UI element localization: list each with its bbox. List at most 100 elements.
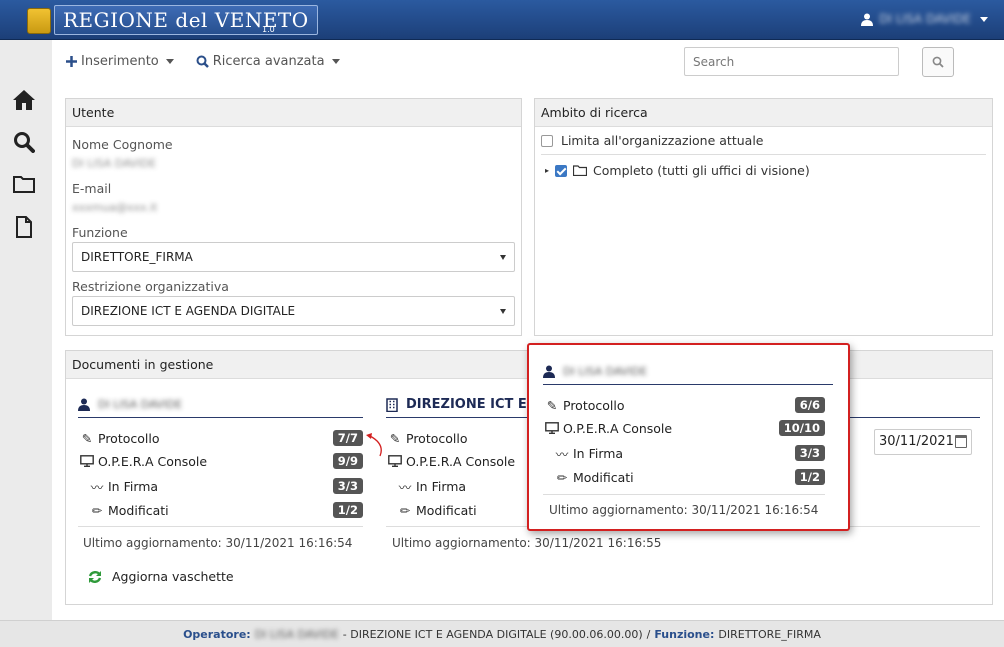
- group-user-name: DI LISA DAVIDE: [98, 398, 183, 411]
- signature-icon: 〰: [555, 446, 569, 462]
- count-badge: 3/3: [794, 445, 825, 461]
- expand-arrow-icon[interactable]: ▸: [545, 166, 549, 175]
- count-badge: 3/3: [332, 478, 363, 494]
- search-button[interactable]: [922, 47, 954, 77]
- curved-arrow-icon: [366, 433, 382, 457]
- row-label: O.P.E.R.A Console: [563, 420, 673, 436]
- ambito-panel: Ambito di ricerca Limita all'organizzazi…: [534, 98, 993, 336]
- user-icon: [78, 398, 90, 411]
- divider: [541, 154, 986, 155]
- advanced-search-menu-button[interactable]: Ricerca avanzata: [196, 54, 340, 69]
- user-menu[interactable]: DI LISA DAVIDE: [861, 12, 988, 26]
- modificati-row[interactable]: ✏ Modificati 1/2: [543, 468, 825, 486]
- plus-icon: [66, 56, 77, 67]
- advanced-search-label: Ricerca avanzata: [212, 54, 325, 69]
- building-icon: [386, 397, 398, 412]
- row-label: Protocollo: [98, 430, 160, 446]
- pencil-icon: ✏: [556, 469, 568, 485]
- modificati-row[interactable]: ✏ Modificati 1/2: [78, 501, 363, 519]
- refresh-button[interactable]: Aggiorna vaschette: [88, 569, 234, 584]
- app-version: 1.0: [262, 25, 275, 34]
- divider: [78, 526, 363, 527]
- folder-icon[interactable]: [12, 172, 36, 196]
- restrizione-select[interactable]: DIREZIONE ICT E AGENDA DIGITALE: [72, 296, 515, 326]
- pencil-icon: ✏: [399, 502, 411, 518]
- refresh-icon: [88, 570, 102, 583]
- group-title: DI LISA DAVIDE: [78, 392, 363, 418]
- row-label: In Firma: [108, 478, 159, 494]
- search-icon[interactable]: [12, 130, 36, 154]
- edit-icon: ✎: [81, 430, 93, 446]
- row-label: In Firma: [573, 445, 624, 461]
- protocollo-row[interactable]: ✎ Protocollo 6/6: [543, 396, 825, 414]
- chevron-down-icon: [980, 16, 988, 22]
- in-firma-row[interactable]: 〰 In Firma 3/3: [78, 477, 363, 495]
- ambito-panel-title: Ambito di ricerca: [535, 99, 992, 127]
- divider: [543, 494, 825, 495]
- search-icon: [932, 56, 944, 68]
- popup-title: DI LISA DAVIDE: [543, 359, 833, 385]
- funzione-value: DIRETTORE_FIRMA: [718, 627, 821, 641]
- protocollo-row[interactable]: ✎ Protocollo 7/7: [78, 429, 363, 447]
- last-update-text: Ultimo aggiornamento: 30/11/2021 16:16:5…: [392, 536, 662, 550]
- operatore-key: Operatore:: [183, 627, 251, 641]
- complete-scope-checkbox[interactable]: [555, 164, 568, 177]
- count-badge: 1/2: [332, 502, 363, 518]
- monitor-icon: [78, 455, 96, 467]
- count-badge: 10/10: [778, 420, 825, 436]
- user-documents-group: DI LISA DAVIDE ✎ Protocollo 7/7 O.P.E.R.…: [78, 392, 363, 542]
- sidebar: [0, 40, 52, 620]
- user-name: DI LISA DAVIDE: [879, 12, 971, 26]
- folder-icon: [573, 165, 588, 176]
- email-label: E-mail: [72, 181, 112, 196]
- opera-console-row[interactable]: O.P.E.R.A Console 10/10: [543, 419, 825, 437]
- edit-icon: ✎: [389, 430, 401, 446]
- document-icon[interactable]: [12, 215, 36, 239]
- complete-scope-label: Completo (tutti gli uffici di visione): [593, 163, 810, 178]
- popup-user-name: DI LISA DAVIDE: [563, 365, 648, 378]
- user-icon: [543, 365, 555, 378]
- count-badge: 1/2: [794, 469, 825, 485]
- limit-org-checkbox[interactable]: [541, 134, 553, 147]
- last-update-text: Ultimo aggiornamento: 30/11/2021 16:16:5…: [83, 536, 353, 550]
- in-firma-row[interactable]: 〰 In Firma 3/3: [543, 444, 825, 462]
- insert-menu-button[interactable]: Inserimento: [66, 54, 174, 69]
- date-value: 30/11/2021: [879, 434, 954, 449]
- toolbar: Inserimento Ricerca avanzata: [66, 54, 340, 69]
- funzione-key: Funzione:: [654, 627, 715, 641]
- footer-separator: /: [646, 627, 651, 641]
- main-content: Inserimento Ricerca avanzata Utente Nome…: [52, 40, 1004, 620]
- signature-icon: 〰: [398, 479, 412, 495]
- count-badge: 7/7: [332, 430, 363, 446]
- footer: Operatore: DI LISA DAVIDE - DIREZIONE IC…: [0, 620, 1004, 647]
- refresh-label: Aggiorna vaschette: [112, 569, 234, 584]
- complete-scope-row[interactable]: ▸ Completo (tutti gli uffici di visione): [545, 163, 810, 178]
- row-label: Modificati: [108, 502, 169, 518]
- row-label: O.P.E.R.A Console: [98, 453, 208, 469]
- search-icon: [196, 55, 209, 68]
- utente-panel: Utente Nome Cognome DI LISA DAVIDE E-mai…: [65, 98, 522, 336]
- email-value: xxxmua@xxx.it: [72, 201, 158, 214]
- home-icon[interactable]: [12, 88, 36, 112]
- user-summary-popup: DI LISA DAVIDE ✎ Protocollo 6/6 O.P.E.R.…: [527, 343, 850, 531]
- search-input[interactable]: [684, 47, 899, 76]
- region-logo-icon: [27, 8, 51, 34]
- funzione-select[interactable]: DIRETTORE_FIRMA: [72, 242, 515, 272]
- limit-org-label: Limita all'organizzazione attuale: [561, 133, 764, 148]
- row-label: Protocollo: [563, 397, 625, 413]
- date-input[interactable]: 30/11/2021: [874, 429, 972, 455]
- pencil-icon: ✏: [91, 502, 103, 518]
- popup-group: DI LISA DAVIDE ✎ Protocollo 6/6 O.P.E.R.…: [543, 359, 833, 529]
- calendar-icon[interactable]: [955, 435, 967, 448]
- top-header: REGIONE del VENETO 1.0 DI LISA DAVIDE: [0, 0, 1004, 40]
- chevron-down-icon: [165, 59, 174, 64]
- user-icon: [861, 13, 874, 26]
- count-badge: 6/6: [794, 397, 825, 413]
- name-label: Nome Cognome: [72, 137, 173, 152]
- name-value: DI LISA DAVIDE: [72, 157, 157, 170]
- monitor-icon: [543, 422, 561, 434]
- operatore-org: - DIREZIONE ICT E AGENDA DIGITALE (90.00…: [342, 627, 643, 641]
- edit-icon: ✎: [546, 397, 558, 413]
- limit-org-checkbox-row[interactable]: Limita all'organizzazione attuale: [541, 133, 763, 148]
- opera-console-row[interactable]: O.P.E.R.A Console 9/9: [78, 452, 363, 470]
